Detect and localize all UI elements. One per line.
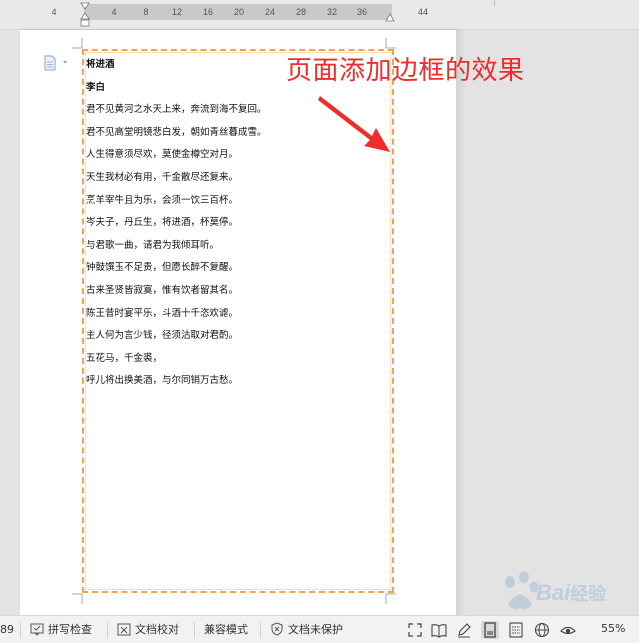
poem-line: 与君歌一曲，请君为我倾耳听。 <box>86 239 220 251</box>
poem-line: 古来圣贤皆寂寞，惟有饮者留其名。 <box>86 284 239 296</box>
reading-mode-icon[interactable] <box>430 621 448 639</box>
horizontal-ruler[interactable]: 4 4 8 12 16 20 24 28 32 36 44 <box>0 0 639 30</box>
right-indent-marker-icon[interactable] <box>385 12 395 26</box>
ruler-label: 8 <box>143 7 149 17</box>
poem-line: 天生我材必有用，千金散尽还复来。 <box>86 171 239 183</box>
poem-line: 主人何为言少钱，径须沽取对君酌。 <box>86 330 239 342</box>
status-divider <box>107 622 108 638</box>
ruler-label: 32 <box>326 7 338 17</box>
ruler-label: 24 <box>264 7 276 17</box>
eye-protection-icon[interactable] <box>559 621 577 639</box>
ruler-label: 12 <box>171 7 183 17</box>
annotation-caption: 页面添加边框的效果 <box>286 56 525 86</box>
poem-line: 呼儿将出换美酒，与尔同销万古愁。 <box>86 375 239 387</box>
paw-logo-icon <box>505 571 539 610</box>
page-count: 89 <box>0 623 14 636</box>
poem-line: 五花马，千金裘， <box>86 352 163 364</box>
ruler-label: 20 <box>233 7 245 17</box>
proofread-button[interactable]: 文档校对 <box>117 622 179 638</box>
poem-line: 钟鼓馔玉不足贵，但愿长醉不复醒。 <box>86 262 239 274</box>
indent-marker-icon[interactable] <box>80 2 90 28</box>
web-view-icon[interactable] <box>533 621 551 639</box>
page-view-icon[interactable] <box>481 621 499 639</box>
shield-icon <box>271 622 283 636</box>
ruler-label: 4 <box>111 7 117 17</box>
status-bar: 89 拼写检查 文档校对 兼容模式 文档未保护 55% <box>0 615 639 643</box>
status-divider <box>260 622 261 638</box>
ruler-label: 44 <box>417 7 429 17</box>
ruler-label: 4 <box>51 7 57 17</box>
document-protect-button[interactable]: 文档未保护 <box>270 622 343 638</box>
document-outline-icon[interactable] <box>42 55 72 71</box>
poem-line: 陈王昔时宴平乐，斗酒十千恣欢谑。 <box>86 307 239 319</box>
proofread-icon <box>117 623 131 636</box>
spell-check-icon <box>30 623 44 636</box>
poem-line: 烹羊宰牛且为乐，会须一饮三百杯。 <box>86 194 239 206</box>
compat-mode-label: 兼容模式 <box>204 623 248 636</box>
ruler-label: 16 <box>202 7 214 17</box>
outline-view-icon[interactable] <box>507 621 525 639</box>
pen-icon[interactable] <box>455 621 473 639</box>
ruler-label: 28 <box>295 7 307 17</box>
status-divider <box>20 622 21 638</box>
watermark-text: Bai经验 <box>536 580 607 605</box>
baidu-watermark: Bai经验 <box>494 568 634 618</box>
page-shadow <box>456 30 466 615</box>
ruler-divider <box>494 0 495 6</box>
zoom-level[interactable]: 55% <box>601 622 625 635</box>
fullscreen-icon[interactable] <box>406 621 424 639</box>
spell-check-button[interactable]: 拼写检查 <box>30 622 92 638</box>
annotation-arrow-icon <box>318 96 390 152</box>
ruler-label: 36 <box>356 7 368 17</box>
poem-line: 岑夫子，丹丘生，将进酒，杯莫停。 <box>86 217 239 229</box>
status-divider <box>194 622 195 638</box>
